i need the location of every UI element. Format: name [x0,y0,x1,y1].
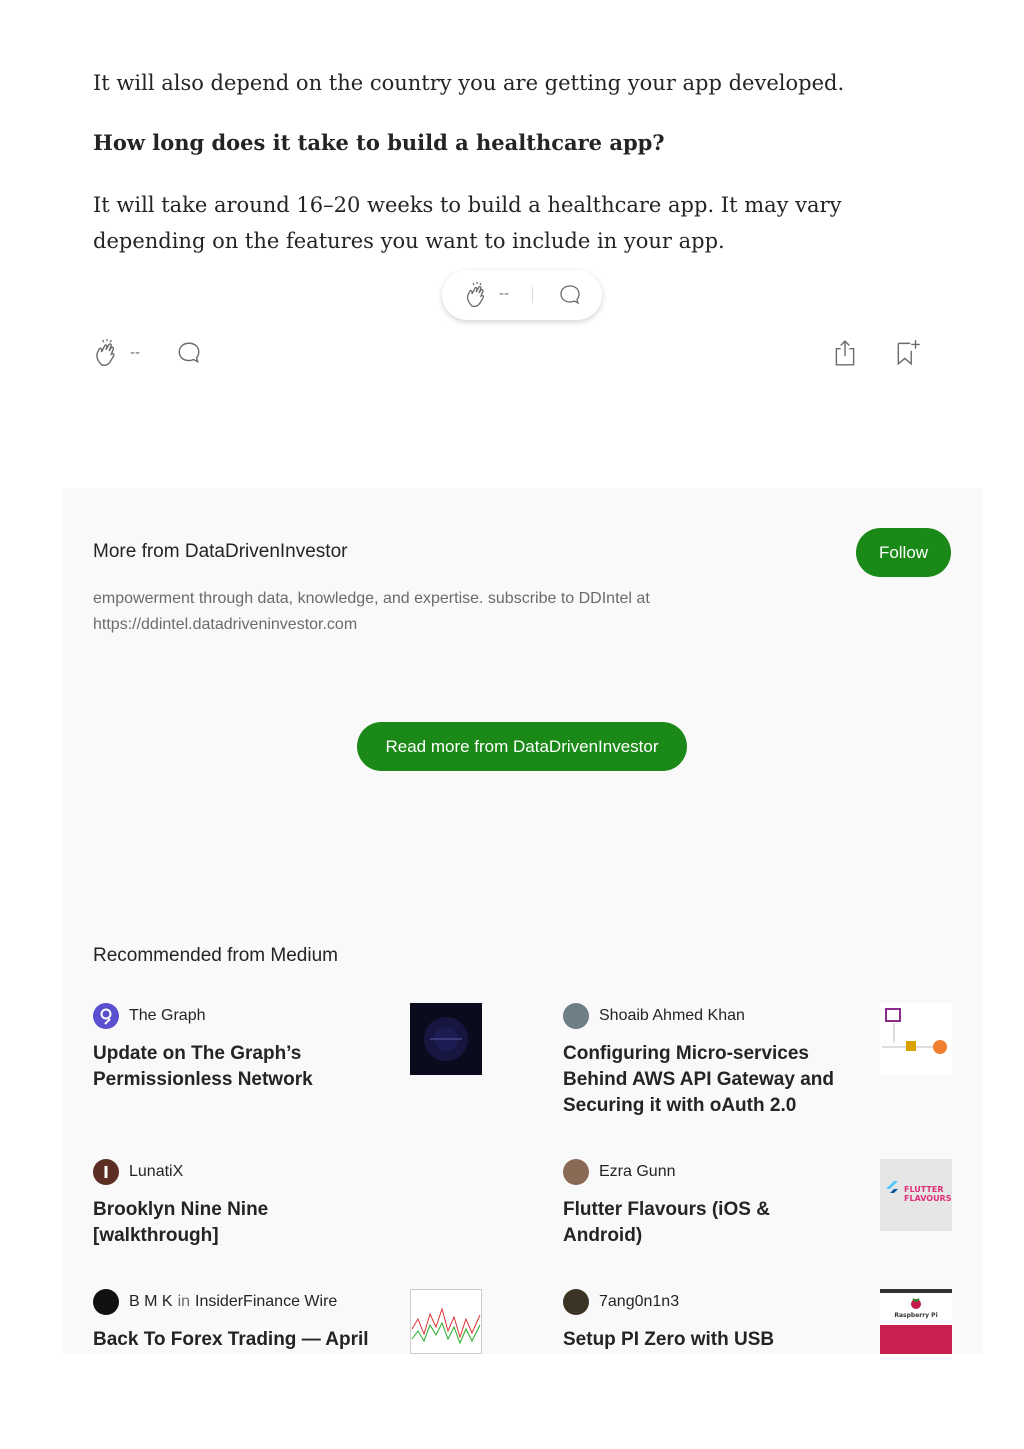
architecture-diagram-image [882,1008,947,1054]
avatar[interactable] [563,1289,589,1315]
story-title[interactable]: Flutter Flavours (iOS & Android) [563,1197,853,1249]
author-name[interactable]: Ezra Gunn [599,1163,675,1181]
avatar[interactable] [93,1003,119,1029]
story-title[interactable]: Brooklyn Nine Nine [walkthrough] [93,1197,383,1249]
story-thumbnail[interactable]: Raspberry Pi [880,1289,952,1354]
share-icon[interactable] [832,339,858,367]
article-paragraph: It will also depend on the country you a… [93,71,845,95]
publication-description: empowerment through data, knowledge, and… [93,590,650,633]
article-heading: How long does it take to build a healthc… [93,130,665,155]
floating-action-bar: -- [442,270,602,320]
story-thumbnail[interactable] [880,1003,952,1075]
article-paragraph: It will take around 16–20 weeks to build… [93,193,842,253]
recommended-card[interactable]: B M K in InsiderFinance Wire Back To For… [93,1289,483,1354]
thumbnail-text: FLUTTER [904,1185,944,1194]
thumbnail-banner [880,1325,952,1354]
divider [532,287,533,303]
avatar[interactable] [563,1159,589,1185]
avatar[interactable] [563,1003,589,1029]
story-thumbnail[interactable] [410,1289,482,1354]
recommended-title: Recommended from Medium [93,945,338,966]
recommended-card[interactable]: The Graph Update on The Graph’s Permissi… [93,1003,483,1133]
letter-avatar-icon [104,1166,108,1178]
clap-count: -- [499,285,509,302]
avatar[interactable] [93,1159,119,1185]
author-name[interactable]: B M K [129,1293,173,1311]
forex-chart-image [410,1289,482,1354]
comment-icon[interactable] [558,283,582,307]
story-title[interactable]: Back To Forex Trading — April [93,1327,393,1353]
recommended-card[interactable]: Shoaib Ahmed Khan Configuring Micro-serv… [563,1003,953,1133]
thumbnail-image [424,1017,468,1061]
clap-count: -- [130,344,140,361]
author-name[interactable]: 7ang0n1n3 [599,1293,679,1311]
follow-button[interactable]: Follow [856,528,951,577]
recommended-card[interactable]: 7ang0n1n3 Setup PI Zero with USB Raspber… [563,1289,953,1354]
author-name[interactable]: The Graph [129,1007,205,1025]
thumbnail-text: Raspberry Pi [894,1312,938,1319]
more-from-title: More from DataDrivenInvestor [93,541,348,562]
recommended-card[interactable]: Ezra Gunn Flutter Flavours (iOS & Androi… [563,1159,953,1269]
story-thumbnail[interactable] [410,1003,482,1075]
clap-icon[interactable] [464,282,490,308]
thumbnail-text: FLAVOURS [904,1194,952,1203]
story-title[interactable]: Setup PI Zero with USB [563,1327,853,1353]
avatar[interactable] [93,1289,119,1315]
author-name[interactable]: Shoaib Ahmed Khan [599,1007,745,1025]
raspberry-pi-logo-icon [911,1298,921,1309]
comment-icon[interactable] [176,340,202,366]
thumbnail-header-bar [880,1289,952,1293]
bookmark-add-icon[interactable] [894,338,922,366]
author-name[interactable]: LunatiX [129,1163,183,1181]
story-title[interactable]: Configuring Micro-services Behind AWS AP… [563,1041,853,1119]
story-title[interactable]: Update on The Graph’s Permissionless Net… [93,1041,383,1093]
more-from-panel: More from DataDrivenInvestor Follow empo… [62,488,982,1354]
the-graph-logo-icon [100,1008,112,1025]
publication-name[interactable]: InsiderFinance Wire [195,1293,337,1311]
clap-icon[interactable] [93,339,121,367]
in-label: in [177,1293,191,1310]
story-thumbnail[interactable]: FLUTTER FLAVOURS [880,1159,952,1231]
recommended-card[interactable]: LunatiX Brooklyn Nine Nine [walkthrough] [93,1159,483,1269]
read-more-button[interactable]: Read more from DataDrivenInvestor [357,722,687,771]
